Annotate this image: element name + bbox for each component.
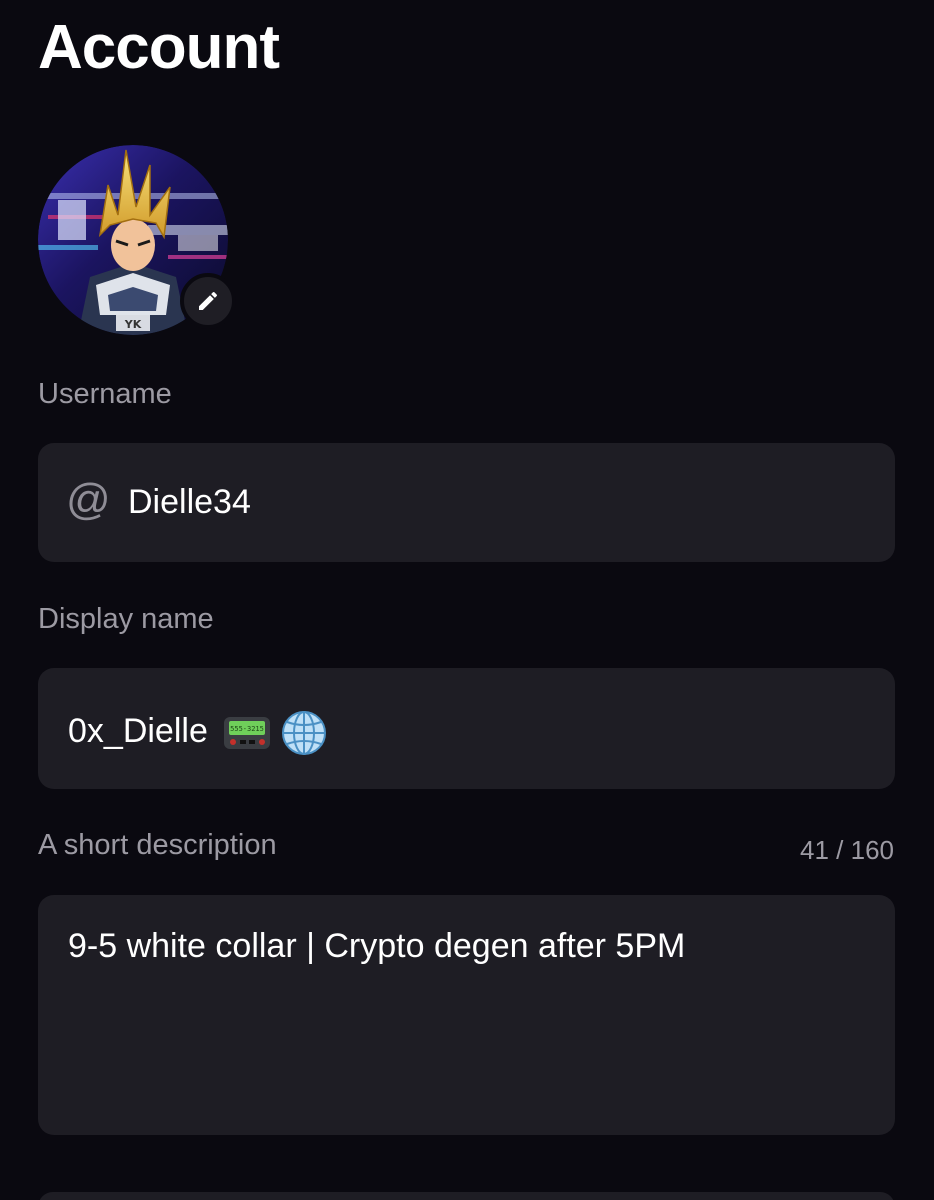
username-field[interactable]: @ Dielle34: [38, 443, 895, 562]
username-value[interactable]: Dielle34: [128, 483, 251, 522]
description-textarea[interactable]: 9-5 white collar | Crypto degen after 5P…: [38, 895, 895, 1135]
display-name-value-row[interactable]: 0x_Dielle 555-3215: [68, 710, 327, 756]
display-name-value: 0x_Dielle: [68, 711, 208, 750]
avatar-container[interactable]: YK: [38, 145, 236, 339]
page-title: Account: [38, 13, 280, 82]
pencil-icon: [199, 291, 218, 310]
account-page: Account YK Username @ Dielle34 Display n…: [0, 0, 934, 1200]
display-name-field[interactable]: 0x_Dielle 555-3215: [38, 668, 895, 789]
edit-avatar-button[interactable]: [180, 273, 236, 329]
globe-icon: [281, 711, 326, 755]
at-sign-icon: @: [66, 475, 111, 524]
next-field-card[interactable]: [38, 1192, 895, 1200]
svg-text:YK: YK: [124, 318, 142, 331]
description-label: A short description: [38, 829, 277, 861]
pager-icon: 555-3215: [224, 717, 271, 749]
username-label: Username: [38, 378, 172, 410]
svg-text:555-3215: 555-3215: [230, 725, 264, 733]
description-value[interactable]: 9-5 white collar | Crypto degen after 5P…: [68, 927, 685, 966]
character-counter: 41 / 160: [800, 835, 894, 865]
display-name-label: Display name: [38, 603, 214, 635]
